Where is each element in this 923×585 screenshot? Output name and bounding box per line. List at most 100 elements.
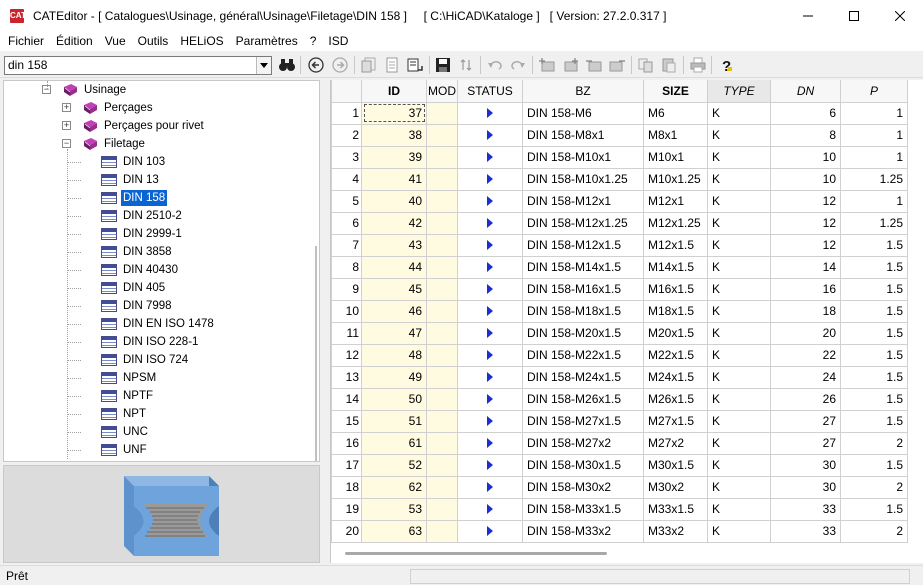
cell-status[interactable]: [457, 233, 523, 257]
cell-p[interactable]: 1.5: [840, 409, 908, 433]
tree-node-din-13[interactable]: DIN 13: [101, 171, 161, 189]
cell-dn[interactable]: 27: [770, 409, 841, 433]
row-number[interactable]: 10: [331, 299, 362, 323]
cell-dn[interactable]: 8: [770, 123, 841, 147]
cell-mod[interactable]: [426, 387, 458, 411]
row-number[interactable]: 16: [331, 431, 362, 455]
cell-p[interactable]: 2: [840, 519, 908, 543]
search-input[interactable]: din 158: [8, 58, 47, 72]
cell-size[interactable]: M30x2: [643, 475, 708, 499]
cell-id[interactable]: 42: [361, 211, 427, 235]
delete-row-after-button[interactable]: [607, 55, 627, 75]
cell-mod[interactable]: [426, 167, 458, 191]
cell-p[interactable]: 1.25: [840, 211, 908, 235]
cell-mod[interactable]: [426, 365, 458, 389]
cell-p[interactable]: 1: [840, 189, 908, 213]
cell-size[interactable]: M18x1.5: [643, 299, 708, 323]
cell-type[interactable]: K: [707, 145, 771, 169]
menu-outils[interactable]: Outils: [132, 32, 175, 51]
maximize-button[interactable]: [831, 0, 877, 32]
tree-node-unf[interactable]: UNF: [101, 441, 149, 459]
menu-fichier[interactable]: Fichier: [2, 32, 50, 51]
cell-type[interactable]: K: [707, 321, 771, 345]
row-number[interactable]: 7: [331, 233, 362, 257]
row-number[interactable]: 18: [331, 475, 362, 499]
cell-p[interactable]: 1.5: [840, 497, 908, 521]
table-row[interactable]: 14 50 DIN 158-M26x1.5 M26x1.5 K 26 1.5: [331, 387, 908, 411]
table-row[interactable]: 5 40 DIN 158-M12x1 M12x1 K 12 1: [331, 189, 908, 213]
cell-type[interactable]: K: [707, 167, 771, 191]
cell-id[interactable]: 37: [361, 101, 427, 125]
cell-mod[interactable]: [426, 475, 458, 499]
cell-size[interactable]: M6: [643, 101, 708, 125]
cell-type[interactable]: K: [707, 211, 771, 235]
row-number[interactable]: 19: [331, 497, 362, 521]
cell-bz[interactable]: DIN 158-M22x1.5: [522, 343, 644, 367]
cell-status[interactable]: [457, 145, 523, 169]
cell-p[interactable]: 1.5: [840, 277, 908, 301]
cell-dn[interactable]: 18: [770, 299, 841, 323]
insert-row-after-button[interactable]: [560, 55, 580, 75]
cell-mod[interactable]: [426, 519, 458, 543]
tree-node-npt[interactable]: NPT: [101, 405, 148, 423]
cell-bz[interactable]: DIN 158-M30x1.5: [522, 453, 644, 477]
cell-p[interactable]: 1.5: [840, 233, 908, 257]
tree-node-din-40430[interactable]: DIN 40430: [101, 261, 180, 279]
paste-button[interactable]: [659, 55, 679, 75]
help-button[interactable]: ?: [716, 55, 736, 75]
table-row[interactable]: 11 47 DIN 158-M20x1.5 M20x1.5 K 20 1.5: [331, 321, 908, 345]
cell-p[interactable]: 1.5: [840, 453, 908, 477]
tree-node-din-7998[interactable]: DIN 7998: [101, 297, 174, 315]
cell-id[interactable]: 46: [361, 299, 427, 323]
tree-node-nptf[interactable]: NPTF: [101, 387, 155, 405]
cell-id[interactable]: 50: [361, 387, 427, 411]
row-number[interactable]: 6: [331, 211, 362, 235]
cell-mod[interactable]: [426, 123, 458, 147]
cell-status[interactable]: [457, 189, 523, 213]
cell-mod[interactable]: [426, 453, 458, 477]
cell-mod[interactable]: [426, 321, 458, 345]
table-row[interactable]: 16 61 DIN 158-M27x2 M27x2 K 27 2: [331, 431, 908, 455]
tree-node-din-3858[interactable]: DIN 3858: [101, 243, 174, 261]
table-row[interactable]: 10 46 DIN 158-M18x1.5 M18x1.5 K 18 1.5: [331, 299, 908, 323]
cell-status[interactable]: [457, 101, 523, 125]
cell-size[interactable]: M16x1.5: [643, 277, 708, 301]
cell-mod[interactable]: [426, 299, 458, 323]
cell-id[interactable]: 45: [361, 277, 427, 301]
row-number[interactable]: 2: [331, 123, 362, 147]
delete-row-button[interactable]: [584, 55, 604, 75]
cell-type[interactable]: K: [707, 233, 771, 257]
menu-parametres[interactable]: Paramètres: [230, 32, 304, 51]
cell-bz[interactable]: DIN 158-M10x1.25: [522, 167, 644, 191]
cell-mod[interactable]: [426, 211, 458, 235]
save-button[interactable]: [433, 55, 453, 75]
cell-dn[interactable]: 20: [770, 321, 841, 345]
tree-node-din-103[interactable]: DIN 103: [101, 153, 167, 171]
row-number[interactable]: 3: [331, 145, 362, 169]
cell-dn[interactable]: 33: [770, 497, 841, 521]
cell-dn[interactable]: 33: [770, 519, 841, 543]
insert-row-button[interactable]: [537, 55, 557, 75]
table-row[interactable]: 12 48 DIN 158-M22x1.5 M22x1.5 K 22 1.5: [331, 343, 908, 367]
column-header-type[interactable]: TYPE: [707, 80, 771, 103]
cell-mod[interactable]: [426, 233, 458, 257]
cell-bz[interactable]: DIN 158-M6: [522, 101, 644, 125]
table-row[interactable]: 7 43 DIN 158-M12x1.5 M12x1.5 K 12 1.5: [331, 233, 908, 257]
column-header-p[interactable]: P: [840, 80, 908, 103]
cell-type[interactable]: K: [707, 343, 771, 367]
expand-icon[interactable]: +: [62, 103, 71, 112]
catalog-tree[interactable]: Usinage − Perçages + Perçages pour rivet + Fil…: [3, 80, 320, 462]
cell-type[interactable]: K: [707, 387, 771, 411]
cell-bz[interactable]: DIN 158-M10x1: [522, 145, 644, 169]
cell-bz[interactable]: DIN 158-M18x1.5: [522, 299, 644, 323]
minimize-button[interactable]: [785, 0, 831, 32]
row-number[interactable]: 8: [331, 255, 362, 279]
table-row[interactable]: 8 44 DIN 158-M14x1.5 M14x1.5 K 14 1.5: [331, 255, 908, 279]
tree-node-din-158[interactable]: DIN 158: [101, 189, 169, 207]
cell-status[interactable]: [457, 453, 523, 477]
cell-size[interactable]: M10x1.25: [643, 167, 708, 191]
cell-status[interactable]: [457, 123, 523, 147]
cell-dn[interactable]: 12: [770, 233, 841, 257]
row-number[interactable]: 14: [331, 387, 362, 411]
cell-size[interactable]: M8x1: [643, 123, 708, 147]
